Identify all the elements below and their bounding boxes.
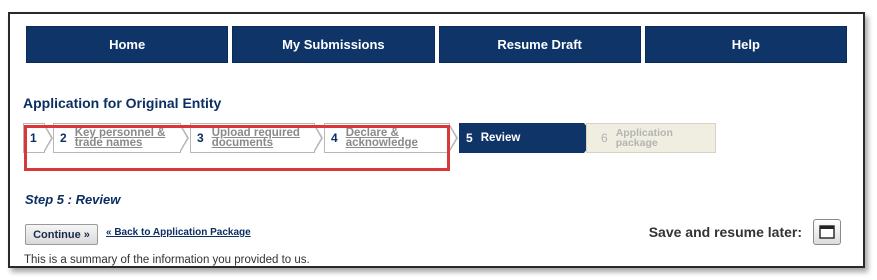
step-4[interactable]: 4 Declare & acknowledge [324, 123, 450, 153]
step-2-chevron-icon [179, 123, 189, 153]
step-6-label: Application package [615, 127, 673, 149]
save-resume-button[interactable] [813, 219, 841, 245]
step-2[interactable]: 2 Key personnel & trade names [53, 123, 181, 153]
step-2-label[interactable]: Key personnel & trade names [75, 127, 175, 149]
save-resume-icon [819, 225, 835, 239]
save-resume-label: Save and resume later: [648, 224, 802, 240]
progress-steps: 1 2 Key personnel & trade names 3 Upload… [23, 123, 723, 155]
step-1-number: 1 [30, 131, 37, 145]
nav-help-button[interactable]: Help [644, 26, 847, 63]
step-4-chevron-icon [448, 123, 458, 153]
step-1-chevron-icon [43, 123, 53, 153]
step-5-label: Review [480, 132, 521, 144]
step-4-label[interactable]: Declare & acknowledge [346, 127, 430, 149]
step-3-chevron-icon [313, 123, 323, 153]
step-1[interactable]: 1 [23, 123, 45, 153]
step-4-number: 4 [331, 131, 338, 145]
step-3-number: 3 [197, 131, 204, 145]
step-3[interactable]: 3 Upload required documents [190, 123, 315, 153]
page-title: Application for Original Entity [23, 95, 222, 111]
step-5-number: 5 [466, 131, 473, 145]
step-5-current: 5 Review [459, 123, 584, 153]
back-to-application-package-link[interactable]: « Back to Application Package [106, 227, 251, 238]
step-heading: Step 5 : Review [25, 192, 121, 207]
step-6: 6 Application package [586, 123, 716, 153]
nav-home-button[interactable]: Home [26, 26, 229, 63]
step-3-label[interactable]: Upload required documents [212, 127, 308, 149]
nav-my-submissions-button[interactable]: My Submissions [232, 26, 435, 63]
summary-text: This is a summary of the information you… [24, 254, 310, 266]
main-nav: Home My Submissions Resume Draft Help [26, 26, 847, 63]
step-6-number: 6 [601, 131, 608, 145]
application-panel: Home My Submissions Resume Draft Help Ap… [8, 12, 865, 268]
continue-button[interactable]: Continue » [25, 224, 98, 245]
step-2-number: 2 [60, 131, 67, 145]
nav-resume-draft-button[interactable]: Resume Draft [438, 26, 641, 63]
